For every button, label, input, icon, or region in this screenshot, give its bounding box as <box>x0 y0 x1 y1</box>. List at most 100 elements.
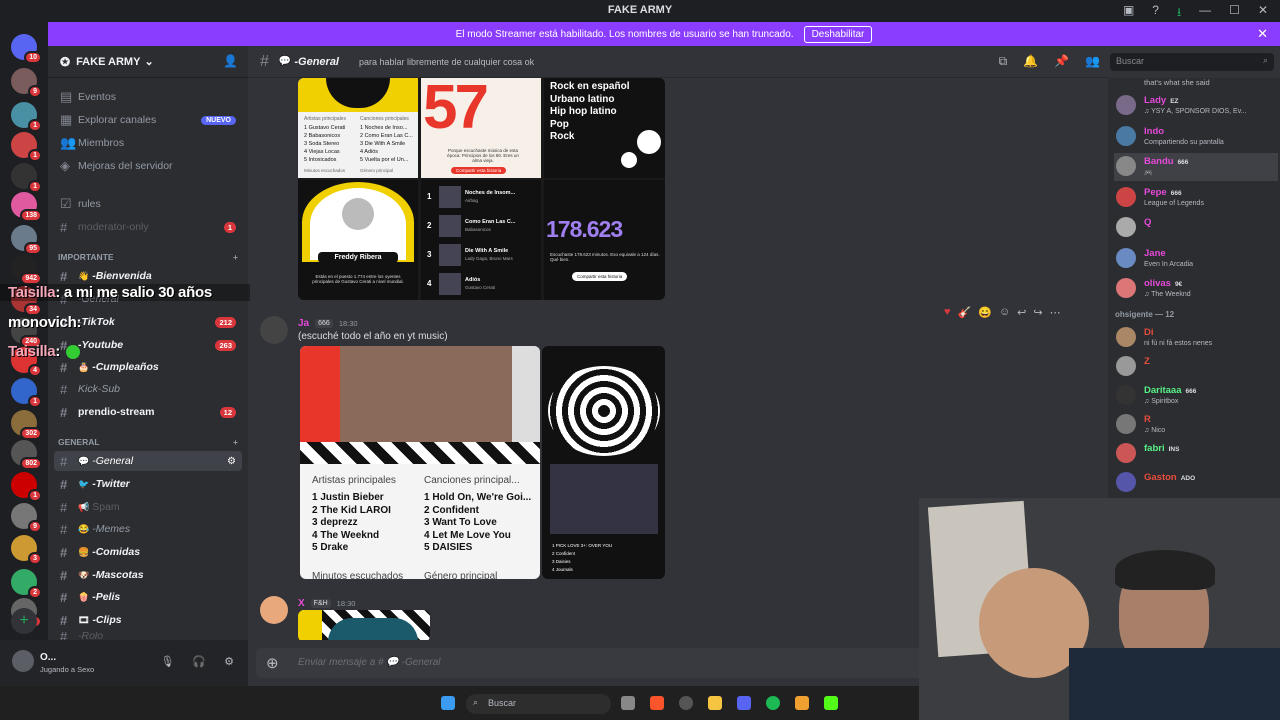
category-general[interactable]: GENERAL + <box>58 437 238 447</box>
nav-boosts[interactable]: ◈ Mejoras del servidor <box>54 156 242 176</box>
channel-spam[interactable]: # 📢 Spam <box>54 497 242 517</box>
avatar[interactable] <box>260 316 288 344</box>
nav-members[interactable]: 👥 Miembros <box>54 133 242 153</box>
member-item[interactable]: Pepe 666 League of Legends <box>1114 184 1278 212</box>
pin-icon[interactable]: 📌 <box>1054 54 1069 69</box>
server-icon[interactable]: 942 <box>11 255 42 285</box>
channel-prendio[interactable]: # prendio-stream 12 <box>54 402 242 422</box>
maximize-button[interactable]: ☐ <box>1229 3 1240 24</box>
channel-cumpleanos[interactable]: # 🎂 -Cumpleaños <box>54 357 242 377</box>
channel-general[interactable]: # 💬 -General ⚙ <box>54 451 242 471</box>
nav-events[interactable]: ▤ Eventos <box>54 87 242 107</box>
server-header[interactable]: ✪ FAKE ARMY ⌄ 👤 <box>48 46 248 78</box>
share-button[interactable]: Compartir esta historia <box>451 167 507 174</box>
member-item[interactable]: Lady EZ ♫ YSY A, SPONSOR DIOS, Ev... <box>1114 92 1278 120</box>
task-view-icon[interactable] <box>621 696 635 710</box>
add-user-icon[interactable]: 👤 <box>223 54 238 68</box>
bell-icon[interactable]: 🔔 <box>1023 54 1038 69</box>
reply-icon[interactable]: ↩ <box>1017 306 1026 319</box>
server-icon[interactable]: 1 <box>11 132 42 162</box>
server-icon[interactable]: 1 <box>11 102 42 132</box>
heart-icon[interactable]: ♥ <box>944 306 951 319</box>
download-icon[interactable]: ⭳ <box>1177 3 1181 24</box>
more-icon[interactable]: ⋯ <box>1050 306 1061 319</box>
share-button[interactable]: Compartir esta historia <box>572 272 628 281</box>
channel-comidas[interactable]: # 🍔 -Comidas <box>54 542 242 562</box>
member-item[interactable]: R ♫ Nico <box>1114 411 1278 439</box>
message-author[interactable]: X <box>298 598 305 609</box>
member-list-icon[interactable]: 👥 <box>1085 54 1100 69</box>
discord-icon[interactable] <box>737 696 751 710</box>
member-item[interactable]: fabri INS <box>1114 440 1278 468</box>
gear-icon[interactable]: ⚙ <box>224 655 234 668</box>
add-reaction-icon[interactable]: ☺ <box>999 306 1010 319</box>
server-icon[interactable]: 2 <box>11 569 42 599</box>
threads-icon[interactable]: ⧉ <box>999 54 1008 69</box>
spotify-icon[interactable] <box>766 696 780 710</box>
member-item[interactable]: Jane Even In Arcadia <box>1114 245 1278 273</box>
server-icon[interactable]: 1 <box>11 378 42 408</box>
server-icon[interactable]: 3 <box>11 535 42 565</box>
channel-bienvenida[interactable]: # 👋 -Bienvenida <box>54 266 242 286</box>
server-icon[interactable]: 10 <box>11 34 42 64</box>
member-item[interactable]: Gaston ADO <box>1114 469 1278 497</box>
member-item[interactable]: Di ni fú ni fá estos nenes <box>1114 324 1278 352</box>
brave-browser-icon[interactable] <box>650 696 664 710</box>
image-attachment[interactable]: Artistas principales Canciones principal… <box>298 78 665 300</box>
server-icon[interactable]: 9 <box>11 503 42 533</box>
add-channel-icon[interactable]: + <box>233 437 238 447</box>
add-server-icon[interactable]: + <box>11 608 37 634</box>
channel-rules[interactable]: ☑ rules <box>54 194 242 214</box>
add-channel-icon[interactable]: + <box>233 252 238 262</box>
channel-moderator[interactable]: # moderator-only 1 <box>54 217 242 237</box>
server-icon[interactable]: 302 <box>11 410 42 440</box>
disable-button[interactable]: Deshabilitar <box>803 25 873 43</box>
channel-kicksub[interactable]: # Kick-Sub <box>54 379 242 399</box>
forward-icon[interactable]: ↪ <box>1033 306 1042 319</box>
member-item[interactable]: Z <box>1114 353 1278 381</box>
emoji-icon[interactable]: 😄 <box>978 306 992 319</box>
channel-twitter[interactable]: # 🐦 -Twitter <box>54 474 242 494</box>
channel-clips[interactable]: # 🎞 -Clips <box>54 610 242 630</box>
server-icon[interactable]: 802 <box>11 440 42 470</box>
member-item[interactable]: Indo Compartiendo su pantalla <box>1114 123 1278 151</box>
close-window-button[interactable]: ✕ <box>1258 3 1268 24</box>
image-attachment[interactable] <box>298 610 430 640</box>
app-icon[interactable] <box>795 696 809 710</box>
close-icon[interactable]: ✕ <box>1257 26 1268 42</box>
settings-icon[interactable]: ⚙ <box>227 456 236 467</box>
member-item[interactable]: Daritaaa 666 ♫ Spiritbox <box>1114 382 1278 410</box>
channel-rolo[interactable]: # -Rolo <box>54 632 242 640</box>
server-icon[interactable]: 138 <box>11 192 42 222</box>
category-importante[interactable]: IMPORTANTE + <box>58 252 238 262</box>
server-icon[interactable]: 9 <box>11 68 42 98</box>
channel-pelis[interactable]: # 🍿 -Pelis <box>54 587 242 607</box>
file-explorer-icon[interactable] <box>708 696 722 710</box>
member-item[interactable]: Bandu 666 🎮 <box>1114 153 1278 181</box>
minimize-button[interactable]: — <box>1199 3 1211 24</box>
guitar-icon[interactable]: 🎸 <box>958 306 972 319</box>
server-icon[interactable]: 1 <box>11 163 42 193</box>
help-icon[interactable]: ? <box>1152 3 1159 24</box>
channel-youtube[interactable]: # -Youtube 263 <box>54 335 242 355</box>
message-author[interactable]: Ja <box>298 318 309 329</box>
obs-icon[interactable] <box>679 696 693 710</box>
channel-mascotas[interactable]: # 🐶 -Mascotas <box>54 565 242 585</box>
headphones-icon[interactable]: 🎧 <box>192 655 206 668</box>
nav-explore[interactable]: ▦ Explorar canales NUEVO <box>54 110 242 130</box>
avatar[interactable] <box>260 596 288 624</box>
avatar[interactable] <box>12 650 34 672</box>
microphone-icon[interactable]: 🎙 <box>160 655 174 668</box>
add-attachment-icon[interactable]: ⊕ <box>266 654 279 672</box>
server-icon[interactable]: 1 <box>11 472 42 502</box>
image-attachment[interactable]: Artistas principales Canciones principal… <box>300 346 540 579</box>
windows-start-icon[interactable] <box>441 696 455 710</box>
channel-tiktok[interactable]: # -TikTok 212 <box>54 312 242 332</box>
image-attachment[interactable]: 1 PICK LOVE 3+: OVER YOU 2 Confident 3 Dai… <box>542 346 665 579</box>
channel-memes[interactable]: # 😂 -Memes <box>54 519 242 539</box>
search-input[interactable]: Buscar ⌕ <box>1110 53 1274 71</box>
member-item[interactable]: olivas 9€ ♫ The Weeknd <box>1114 275 1278 303</box>
kick-icon[interactable] <box>824 696 838 710</box>
inbox-icon[interactable]: ▣ <box>1123 3 1134 24</box>
server-icon[interactable]: 95 <box>11 225 42 255</box>
